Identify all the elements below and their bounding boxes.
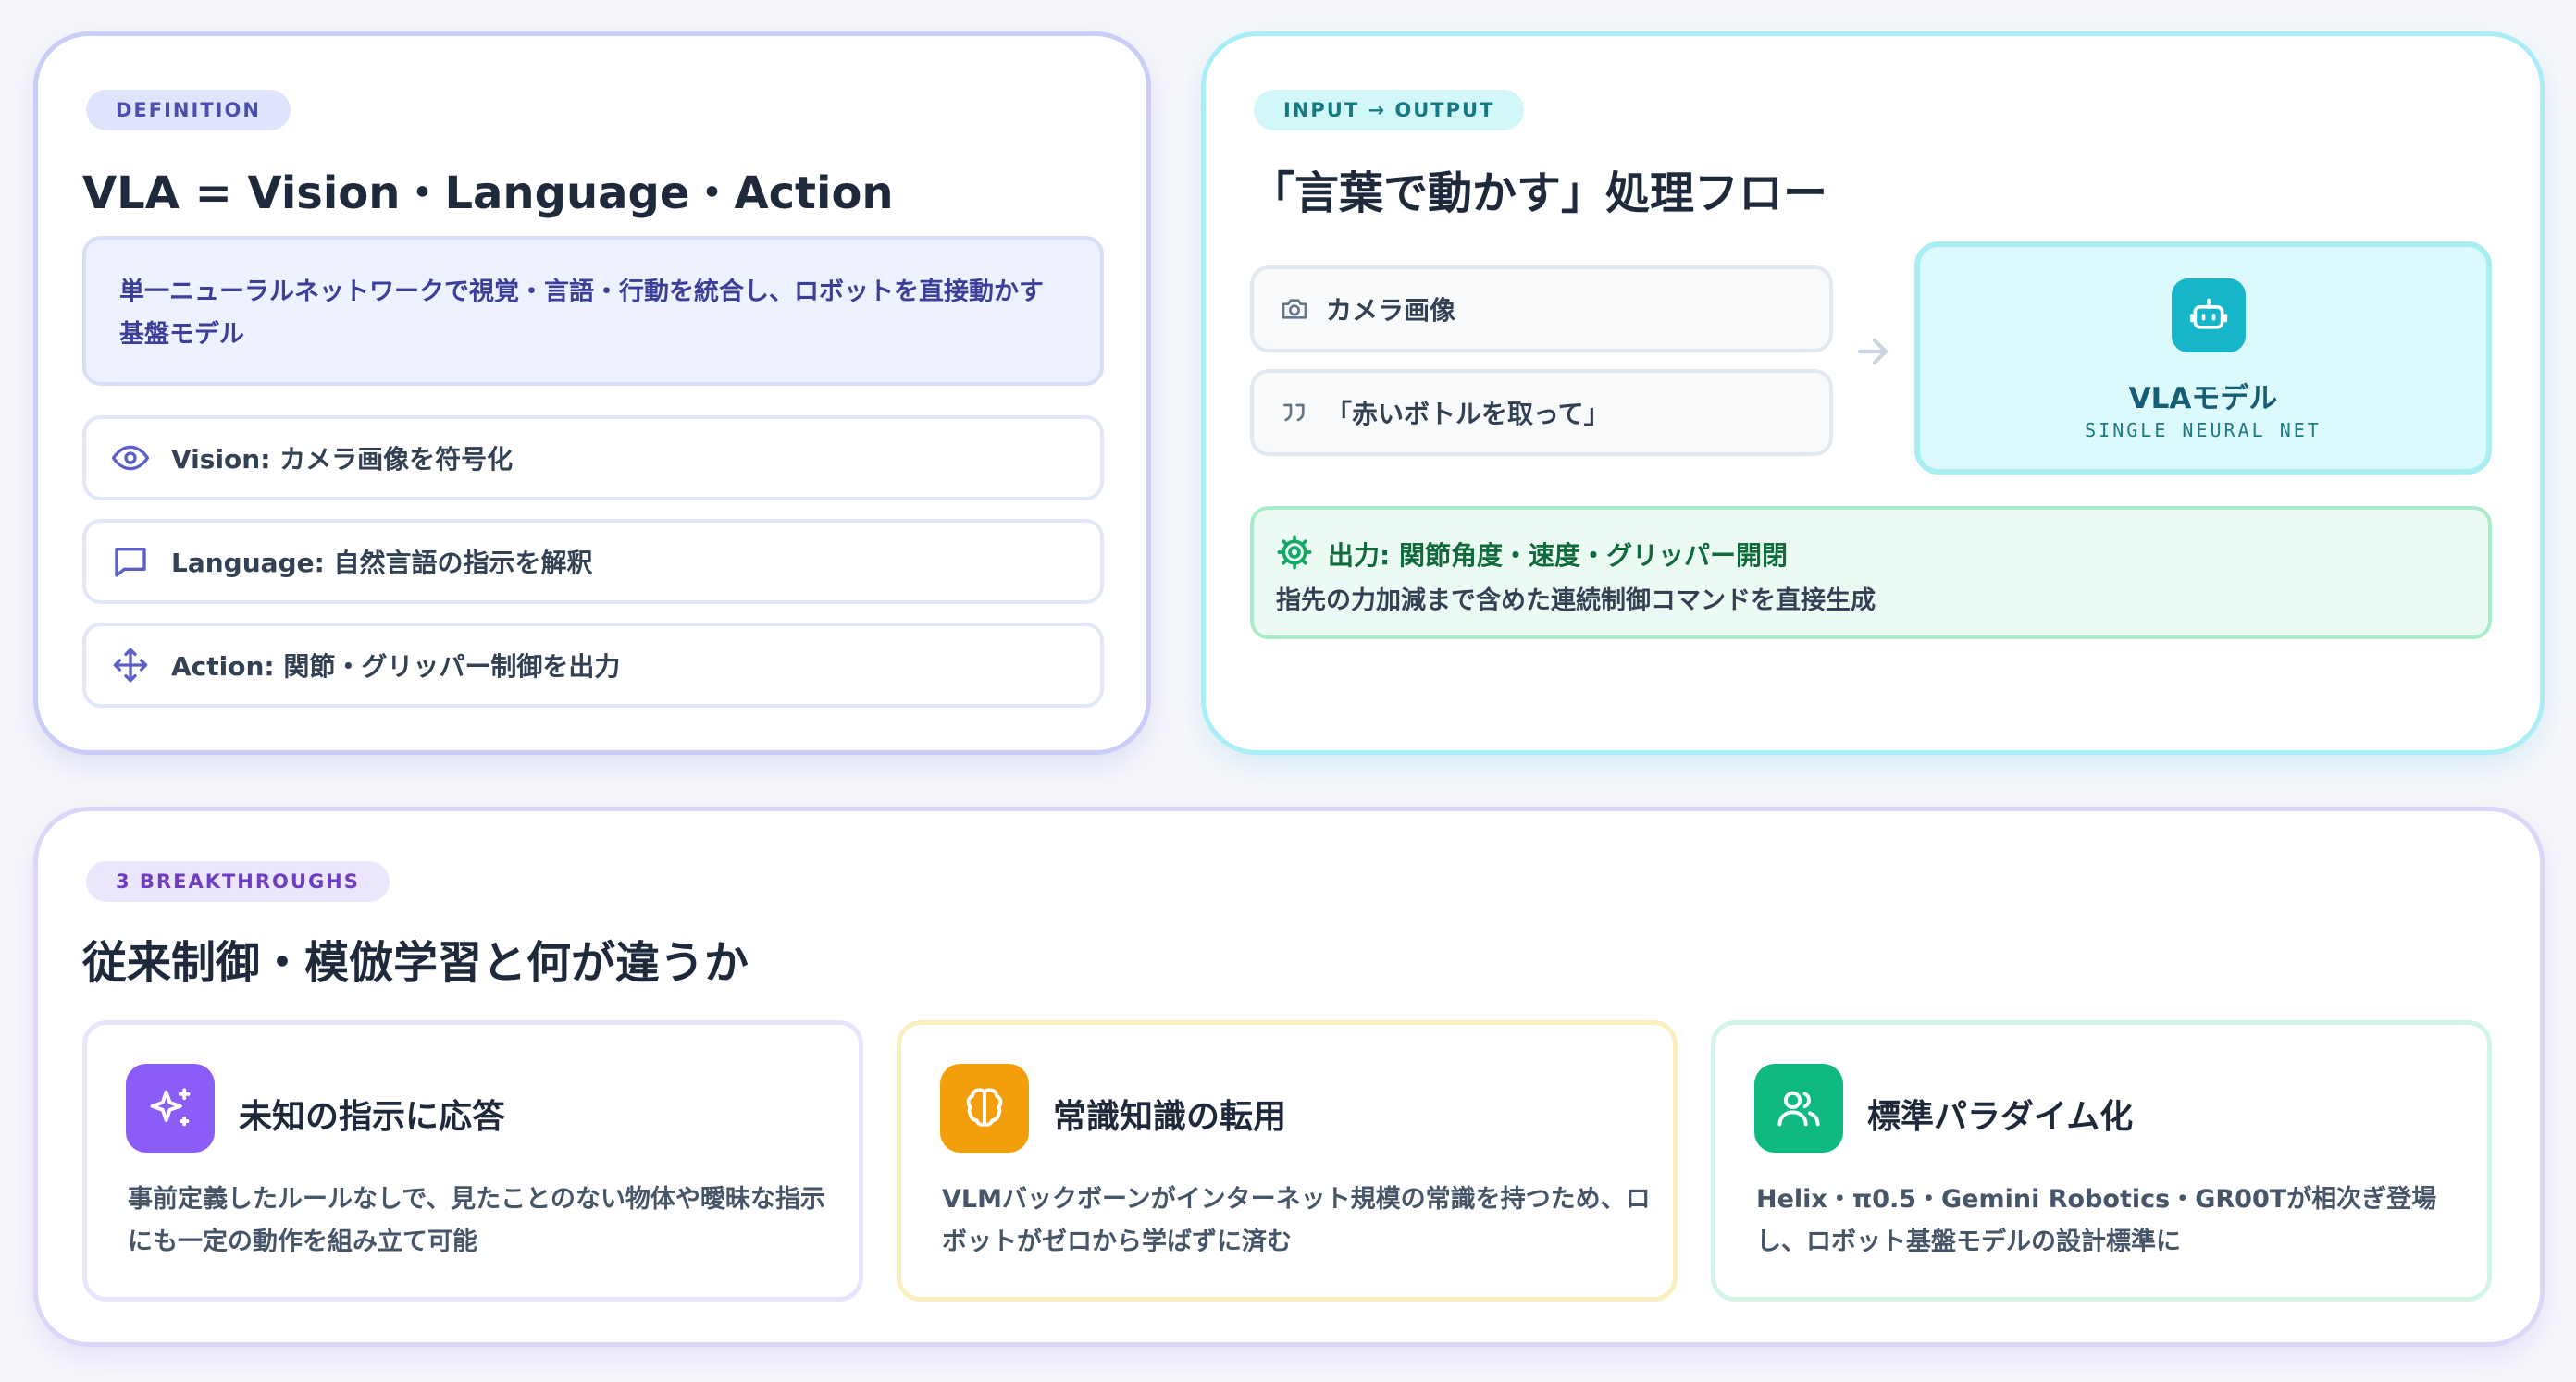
chat-bubble-icon (112, 543, 149, 580)
output-description: 指先の力加減まで含めた連続制御コマンドを直接生成 (1276, 586, 1876, 615)
breakthrough-description: Helix・π0.5・Gemini Robotics・GR00Tが相次ぎ登場し、… (1756, 1185, 2437, 1256)
breakthroughs-tag: 3 BREAKTHROUGHS (86, 861, 390, 902)
arrow-right-icon (1857, 338, 1889, 365)
breakthrough-description: VLMバックボーンがインターネット規模の常識を持つため、ロボットがゼロから学ばず… (942, 1185, 1651, 1256)
language-item: Language: 自然言語の指示を解釈 (82, 519, 1104, 604)
vision-item: Vision: カメラ画像を符号化 (82, 415, 1104, 500)
sparkles-icon (126, 1064, 215, 1153)
language-label: Language: 自然言語の指示を解釈 (171, 548, 593, 578)
flow-tag: INPUT → OUTPUT (1254, 90, 1525, 130)
vla-model-subtitle: SINGLE NEURAL NET (2085, 419, 2322, 441)
camera-icon (1278, 292, 1311, 326)
move-arrows-icon (112, 647, 149, 684)
users-icon (1754, 1064, 1843, 1153)
input-instruction: 「赤いボトルを取って」 (1250, 369, 1833, 456)
breakthrough-card-common-sense: 常識知識の転用 VLMバックボーンがインターネット規模の常識を持つため、ロボット… (897, 1020, 1678, 1302)
breakthrough-card-unknown-instructions: 未知の指示に応答 事前定義したルールなしで、見たことのない物体や曖昧な指示にも一… (82, 1020, 863, 1302)
breakthrough-description: 事前定義したルールなしで、見たことのない物体や曖昧な指示にも一定の動作を組み立て… (128, 1185, 825, 1256)
breakthrough-title: 未知の指示に応答 (239, 1098, 506, 1136)
action-item: Action: 関節・グリッパー制御を出力 (82, 623, 1104, 708)
output-box: 出力: 関節角度・速度・グリッパー開閉 指先の力加減まで含めた連続制御コマンドを… (1250, 506, 2492, 639)
brain-icon (940, 1064, 1029, 1153)
definition-title: VLA = Vision・Language・Action (82, 167, 894, 219)
definition-card: DEFINITION VLA = Vision・Language・Action … (33, 31, 1151, 755)
vla-model-name: VLAモデル (2128, 382, 2278, 415)
breakthrough-title: 標準パラダイム化 (1867, 1098, 2134, 1136)
flow-title: 「言葉で動かす」処理フロー (1250, 167, 1828, 219)
vla-model-box: VLAモデル SINGLE NEURAL NET (1914, 241, 2492, 475)
vision-label: Vision: カメラ画像を符号化 (171, 444, 514, 475)
input-camera-label: カメラ画像 (1326, 295, 1456, 326)
breakthrough-card-standard-paradigm: 標準パラダイム化 Helix・π0.5・Gemini Robotics・GR00… (1711, 1020, 2492, 1302)
breakthroughs-card: 3 BREAKTHROUGHS 従来制御・模倣学習と何が違うか 未知の指示に応答… (33, 807, 2545, 1347)
definition-tag: DEFINITION (86, 90, 291, 130)
robot-icon (2172, 278, 2246, 352)
input-camera: カメラ画像 (1250, 265, 1833, 352)
gear-icon (1277, 535, 1312, 570)
breakthroughs-title: 従来制御・模倣学習と何が違うか (82, 937, 749, 989)
input-instruction-label: 「赤いボトルを取って」 (1326, 399, 1610, 429)
eye-icon (112, 439, 149, 476)
definition-summary: 単一ニューラルネットワークで視覚・言語・行動を統合し、ロボットを直接動かす基盤モ… (82, 236, 1104, 386)
flow-card: INPUT → OUTPUT 「言葉で動かす」処理フロー カメラ画像 「赤いボト… (1201, 31, 2545, 755)
action-label: Action: 関節・グリッパー制御を出力 (171, 651, 621, 682)
breakthrough-title: 常識知識の転用 (1053, 1098, 1287, 1136)
output-title: 出力: 関節角度・速度・グリッパー開閉 (1328, 540, 1788, 571)
quote-icon (1278, 396, 1311, 429)
